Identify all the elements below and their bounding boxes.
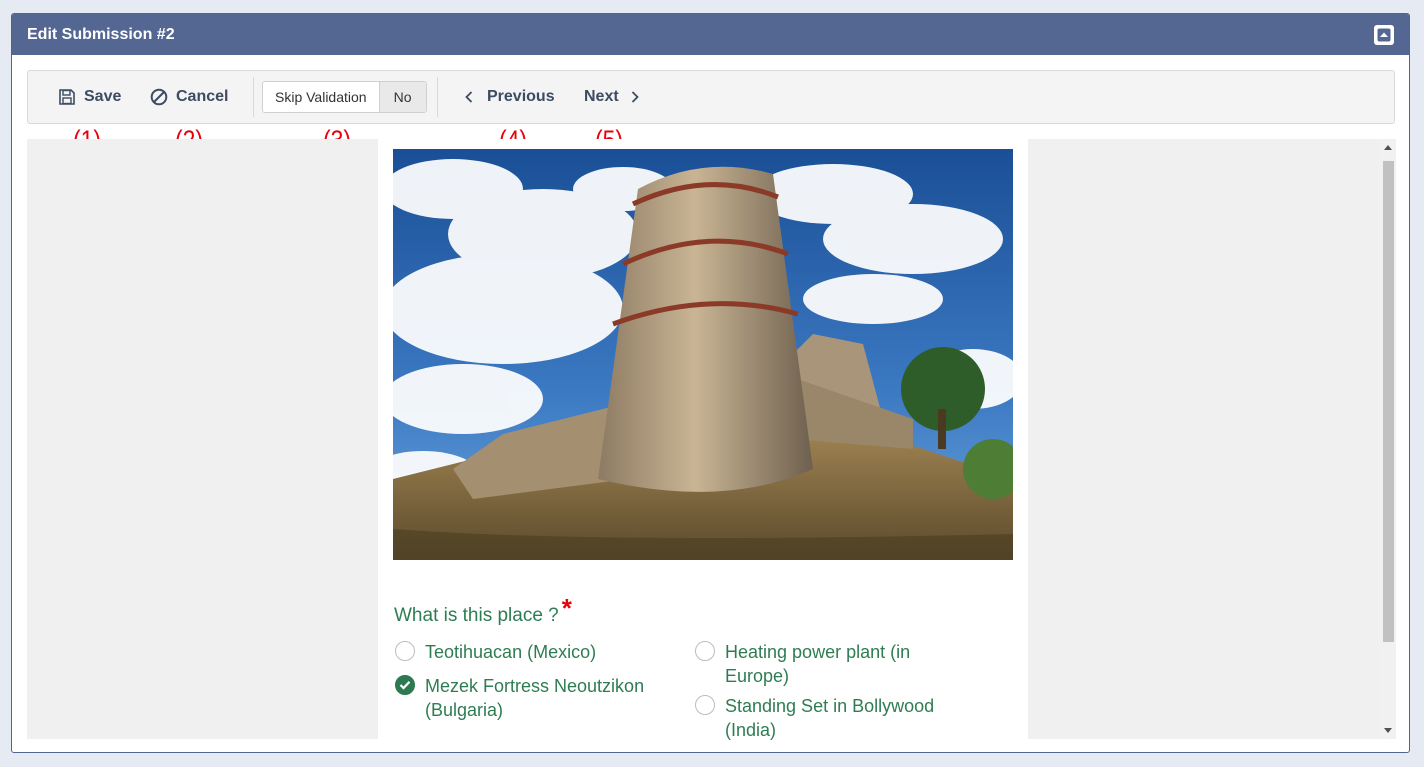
option-standing-set-bollywood[interactable]: Standing Set in Bollywood (India) [695,694,934,742]
toolbar: Save Cancel Skip Validation No Previous [27,70,1395,124]
next-label: Next [584,88,619,105]
option-label: Standing Set in Bollywood (India) [725,696,935,740]
collapse-panel-button[interactable] [1374,24,1394,45]
toolbar-divider [437,77,438,117]
option-mezek-fortress[interactable]: Mezek Fortress Neoutzikon (Bulgaria) [395,674,644,722]
checkmark-icon [399,681,411,690]
required-marker: * [561,593,572,623]
skip-validation-label: Skip Validation [263,82,379,112]
option-label: Heating power plant (in Europe) [725,642,911,686]
radio-button[interactable] [695,641,715,661]
panel-title: Edit Submission #2 [27,25,175,43]
vertical-scrollbar[interactable] [1380,139,1396,739]
radio-button-checked[interactable] [395,675,415,695]
edit-submission-panel: Edit Submission #2 Save Cancel Skip Vali… [11,13,1410,753]
cancel-button[interactable]: Cancel [150,71,228,123]
option-heating-power-plant[interactable]: Heating power plant (in Europe) [695,640,910,688]
ban-icon [150,88,168,106]
previous-button[interactable]: Previous [465,71,555,123]
fortress-photo [393,149,1013,560]
option-label: Teotihuacan (Mexico) [425,642,597,662]
radio-button[interactable] [395,641,415,661]
chevron-left-icon [465,91,473,103]
toolbar-divider [253,77,254,117]
collapse-up-icon [1377,28,1391,41]
scroll-up-arrow-icon[interactable] [1384,145,1392,150]
previous-label: Previous [487,88,555,105]
floppy-disk-icon [58,88,76,106]
question-text: What is this place ? [394,605,559,626]
question-label: What is this place ? * [394,593,572,628]
skip-validation-value[interactable]: No [378,82,427,112]
option-teotihuacan[interactable]: Teotihuacan (Mexico) [395,640,596,664]
left-margin [27,139,378,739]
radio-button[interactable] [695,695,715,715]
chevron-right-icon [631,91,639,103]
cancel-label: Cancel [176,88,229,105]
save-label: Save [84,88,122,105]
right-margin [1028,139,1380,739]
scrollbar-thumb[interactable] [1383,161,1394,642]
option-label: Mezek Fortress Neoutzikon (Bulgaria) [425,676,645,720]
save-button[interactable]: Save [58,71,121,123]
next-button[interactable]: Next [584,71,639,123]
skip-validation-toggle[interactable]: Skip Validation No [262,81,428,113]
panel-header: Edit Submission #2 [12,14,1409,55]
form-content: What is this place ? * Teotihuacan (Mexic… [378,139,1028,742]
scroll-down-arrow-icon[interactable] [1384,728,1392,733]
